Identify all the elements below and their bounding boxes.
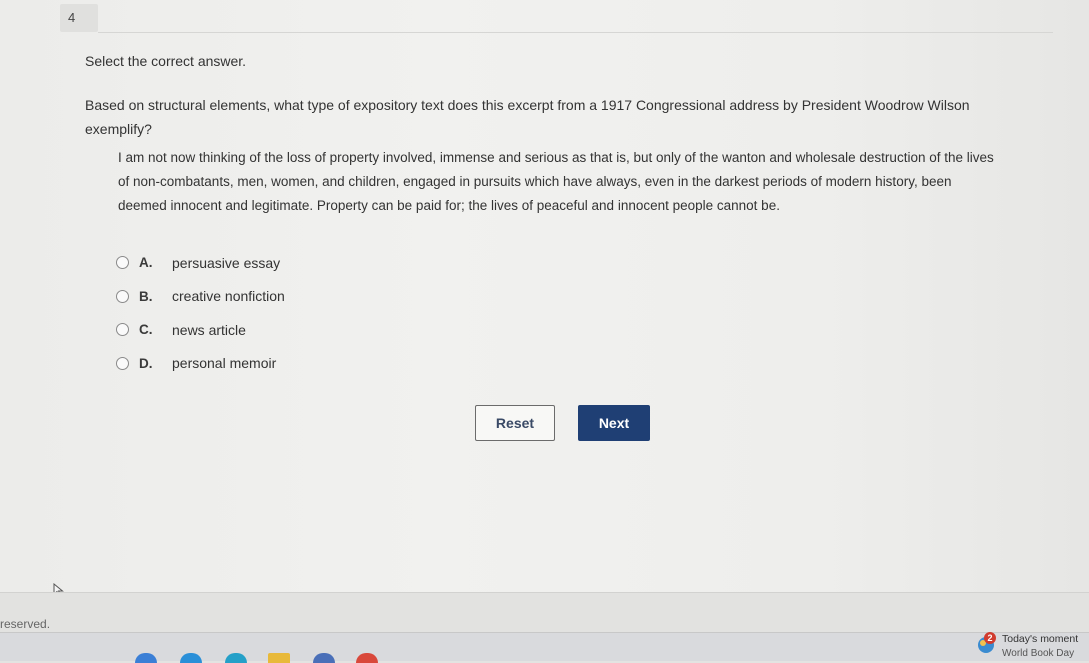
excerpt-line: deemed innocent and legitimate. Property… (118, 198, 780, 213)
option-label: persuasive essay (172, 254, 281, 271)
taskbar-app-icon[interactable] (225, 653, 247, 663)
taskbar-chrome-icon[interactable] (356, 653, 378, 663)
taskbar-folder-icon[interactable] (268, 653, 290, 663)
answer-options: A. persuasive essay B. creative nonficti… (112, 246, 285, 380)
question-number: 4 (68, 10, 76, 25)
widget-subtitle[interactable]: World Book Day (1002, 648, 1074, 659)
option-c[interactable]: C. news article (112, 313, 285, 347)
option-d[interactable]: D. personal memoir (112, 347, 285, 381)
option-b[interactable]: B. creative nonfiction (112, 280, 285, 314)
question-page: 4 Select the correct answer. Based on st… (0, 0, 1089, 597)
excerpt-line: I am not now thinking of the loss of pro… (118, 150, 994, 165)
taskbar-app-icon[interactable] (135, 653, 157, 663)
divider (98, 32, 1053, 33)
option-letter: C. (139, 322, 153, 338)
excerpt-line: of non-combatants, men, women, and child… (118, 174, 952, 189)
taskbar-app-icon[interactable] (313, 653, 335, 663)
question-number-box: 4 (60, 4, 98, 32)
page-footer: reserved. (0, 592, 1089, 633)
copyright-text: reserved. (0, 617, 51, 631)
notification-badge: 2 (984, 632, 996, 644)
next-button[interactable]: Next (578, 405, 650, 441)
option-letter: D. (139, 355, 153, 371)
taskbar (0, 632, 1089, 663)
option-a[interactable]: A. persuasive essay (112, 246, 285, 280)
option-label: creative nonfiction (172, 288, 285, 305)
radio-button-d[interactable] (116, 356, 129, 370)
option-letter: B. (139, 288, 153, 304)
widget-title[interactable]: Today's moment (1002, 633, 1078, 645)
option-label: news article (172, 321, 246, 338)
instruction-text: Select the correct answer. (85, 53, 247, 69)
question-prompt: Based on structural elements, what type … (85, 97, 970, 137)
radio-button-a[interactable] (116, 256, 129, 270)
taskbar-app-icon[interactable] (180, 653, 202, 663)
excerpt: I am not now thinking of the loss of pro… (118, 146, 1033, 218)
radio-button-c[interactable] (116, 323, 129, 337)
option-letter: A. (139, 255, 153, 271)
radio-button-b[interactable] (116, 289, 129, 303)
option-label: personal memoir (172, 355, 277, 372)
reset-button[interactable]: Reset (475, 405, 555, 441)
